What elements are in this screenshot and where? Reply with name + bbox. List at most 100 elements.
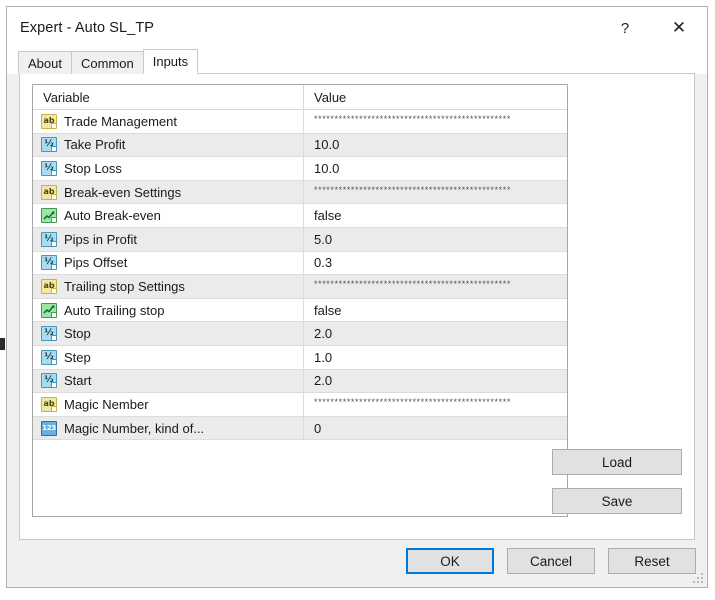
- table-row[interactable]: Auto Trailing stop false: [33, 298, 567, 323]
- table-row[interactable]: ab Trade Management **********************…: [33, 110, 567, 134]
- value-cell[interactable]: 1.0: [303, 345, 567, 369]
- grid-header-row: Variable Value: [33, 85, 567, 110]
- value-text: 0: [314, 420, 322, 436]
- variable-label: Trade Management: [64, 113, 177, 129]
- column-header-variable[interactable]: Variable: [33, 85, 303, 109]
- variable-label: Auto Break-even: [64, 208, 161, 224]
- table-row[interactable]: ab Break-even Settings *******************…: [33, 180, 567, 205]
- value-cell[interactable]: ****************************************…: [303, 393, 567, 416]
- tab-strip: About Common Inputs: [7, 49, 707, 74]
- window-title: Expert - Auto SL_TP: [20, 20, 155, 36]
- variable-cell[interactable]: ½ Stop Loss: [33, 160, 303, 176]
- resize-grip-icon[interactable]: [693, 573, 704, 584]
- double-icon: ½: [41, 231, 57, 247]
- variable-label: Step: [64, 349, 91, 365]
- double-icon: ½: [41, 160, 57, 176]
- value-cell[interactable]: ****************************************…: [303, 180, 567, 204]
- variable-cell[interactable]: ½ Take Profit: [33, 137, 303, 153]
- table-row[interactable]: ab Trailing stop Settings ****************…: [33, 275, 567, 299]
- variable-cell[interactable]: ab Magic Nember: [33, 396, 303, 412]
- title-bar-buttons: ? ✕: [599, 7, 707, 49]
- table-row[interactable]: ½ Stop 2.0: [33, 322, 567, 346]
- cancel-button[interactable]: Cancel: [507, 548, 595, 574]
- variable-cell[interactable]: ½ Stop: [33, 326, 303, 342]
- variable-label: Take Profit: [64, 137, 126, 153]
- value-cell[interactable]: 2.0: [303, 322, 567, 345]
- variable-label: Trailing stop Settings: [64, 278, 185, 294]
- load-button[interactable]: Load: [552, 449, 682, 475]
- double-icon: ½: [41, 373, 57, 389]
- string-icon: ab: [41, 278, 57, 294]
- value-cell[interactable]: 0: [303, 416, 567, 440]
- variable-cell[interactable]: ab Trade Management: [33, 113, 303, 129]
- inputs-grid[interactable]: Variable Value ab Trade Management *******…: [32, 84, 568, 517]
- edge-artifact: [0, 338, 5, 350]
- bool-icon: [41, 302, 57, 318]
- tab-inputs[interactable]: Inputs: [142, 49, 199, 74]
- table-row[interactable]: ½ Stop Loss 10.0: [33, 157, 567, 181]
- grid-body: ab Trade Management **********************…: [33, 110, 567, 441]
- footer-button-group: OK Cancel Reset: [406, 548, 696, 574]
- variable-cell[interactable]: 123 Magic Number, kind of...: [33, 420, 303, 436]
- value-text: 5.0: [314, 231, 333, 247]
- dialog-footer: OK Cancel Reset: [7, 540, 707, 587]
- value-cell[interactable]: 10.0: [303, 157, 567, 180]
- variable-cell[interactable]: Auto Break-even: [33, 208, 303, 224]
- tab-label: Common: [80, 55, 134, 71]
- variable-label: Stop: [64, 326, 91, 342]
- value-cell[interactable]: false: [303, 204, 567, 227]
- bool-icon: [41, 208, 57, 224]
- value-cell[interactable]: 2.0: [303, 369, 567, 393]
- value-text: 10.0: [314, 137, 340, 153]
- double-icon: ½: [41, 137, 57, 153]
- double-icon: ½: [41, 255, 57, 271]
- value-cell[interactable]: 10.0: [303, 133, 567, 157]
- tab-panel-inputs: Variable Value ab Trade Management *******…: [19, 74, 695, 540]
- table-row[interactable]: ½ Take Profit 10.0: [33, 133, 567, 158]
- value-text: 2.0: [314, 326, 333, 342]
- value-text: 0.3: [314, 255, 333, 271]
- table-row[interactable]: ½ Pips Offset 0.3: [33, 251, 567, 276]
- variable-cell[interactable]: ½ Pips in Profit: [33, 231, 303, 247]
- variable-label: Magic Number, kind of...: [64, 420, 205, 436]
- table-row[interactable]: ½ Step 1.0: [33, 345, 567, 370]
- table-row[interactable]: ab Magic Nember **************************…: [33, 393, 567, 417]
- tab-label: About: [28, 55, 62, 71]
- reset-button[interactable]: Reset: [608, 548, 696, 574]
- variable-label: Pips in Profit: [64, 231, 137, 247]
- variable-label: Start: [64, 373, 92, 389]
- screenshot-root: Expert - Auto SL_TP ? ✕ About Common Input…: [0, 0, 715, 600]
- variable-label: Auto Trailing stop: [64, 302, 165, 318]
- separator-value: ****************************************…: [314, 279, 511, 289]
- tab-common[interactable]: Common: [70, 51, 144, 74]
- value-text: 10.0: [314, 160, 340, 176]
- value-cell[interactable]: ****************************************…: [303, 110, 567, 133]
- value-cell[interactable]: ****************************************…: [303, 275, 567, 298]
- variable-label: Stop Loss: [64, 160, 122, 176]
- value-cell[interactable]: 5.0: [303, 227, 567, 251]
- table-row[interactable]: ½ Pips in Profit 5.0: [33, 227, 567, 252]
- variable-cell[interactable]: ab Trailing stop Settings: [33, 278, 303, 294]
- variable-cell[interactable]: ab Break-even Settings: [33, 184, 303, 200]
- close-icon[interactable]: ✕: [651, 7, 707, 49]
- table-row[interactable]: 123 Magic Number, kind of... 0: [33, 416, 567, 441]
- help-icon[interactable]: ?: [599, 7, 651, 49]
- variable-cell[interactable]: ½ Pips Offset: [33, 255, 303, 271]
- variable-label: Break-even Settings: [64, 184, 182, 200]
- tab-about[interactable]: About: [18, 51, 72, 74]
- value-cell[interactable]: 0.3: [303, 251, 567, 275]
- int-icon: 123: [41, 420, 57, 436]
- column-header-value[interactable]: Value: [303, 85, 567, 109]
- string-icon: ab: [41, 184, 57, 200]
- variable-cell[interactable]: ½ Step: [33, 349, 303, 365]
- value-cell[interactable]: false: [303, 298, 567, 322]
- table-row[interactable]: ½ Start 2.0: [33, 369, 567, 394]
- ok-button[interactable]: OK: [406, 548, 494, 574]
- tab-label: Inputs: [152, 54, 189, 69]
- table-row[interactable]: Auto Break-even false: [33, 204, 567, 228]
- variable-cell[interactable]: ½ Start: [33, 373, 303, 389]
- save-button[interactable]: Save: [552, 488, 682, 514]
- expert-properties-dialog: Expert - Auto SL_TP ? ✕ About Common Input…: [6, 6, 708, 588]
- variable-cell[interactable]: Auto Trailing stop: [33, 302, 303, 318]
- double-icon: ½: [41, 349, 57, 365]
